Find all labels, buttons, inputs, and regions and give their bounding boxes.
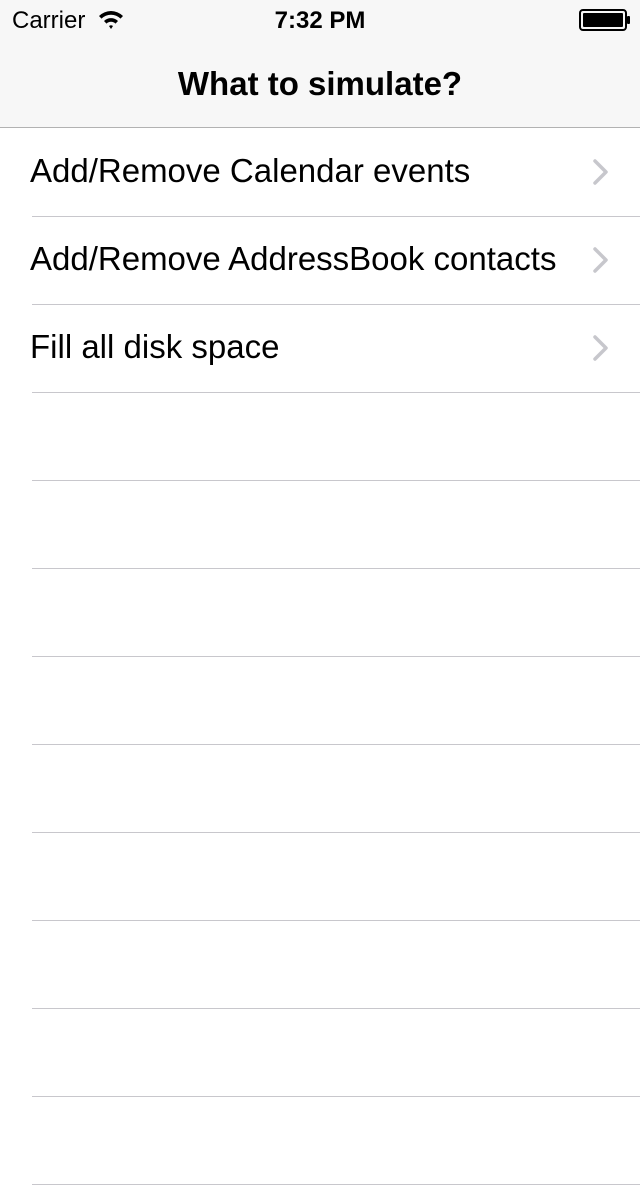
empty-row [0,393,640,481]
navigation-bar: Carrier 7:32 PM What to simulate? [0,0,640,128]
empty-row [0,657,640,745]
list-item-label: Add/Remove AddressBook contacts [30,240,557,277]
list-item-label: Add/Remove Calendar events [30,152,471,189]
chevron-right-icon [593,247,608,273]
empty-row [0,1097,640,1185]
status-time: 7:32 PM [274,7,366,34]
chevron-right-icon [593,159,608,185]
empty-row [0,745,640,833]
simulation-list: Add/Remove Calendar events Add/Remove Ad… [0,129,640,1185]
list-item-calendar-events[interactable]: Add/Remove Calendar events [0,129,640,217]
battery-icon [579,9,630,31]
empty-row [0,833,640,921]
list-item-addressbook-contacts[interactable]: Add/Remove AddressBook contacts [0,217,640,305]
empty-row [0,481,640,569]
empty-row [0,569,640,657]
page-title: What to simulate? [177,65,463,102]
list-item-label: Fill all disk space [30,328,280,365]
list-item-fill-disk-space[interactable]: Fill all disk space [0,305,640,393]
empty-row [0,1009,640,1097]
chevron-right-icon [593,335,608,361]
empty-row [0,921,640,1009]
